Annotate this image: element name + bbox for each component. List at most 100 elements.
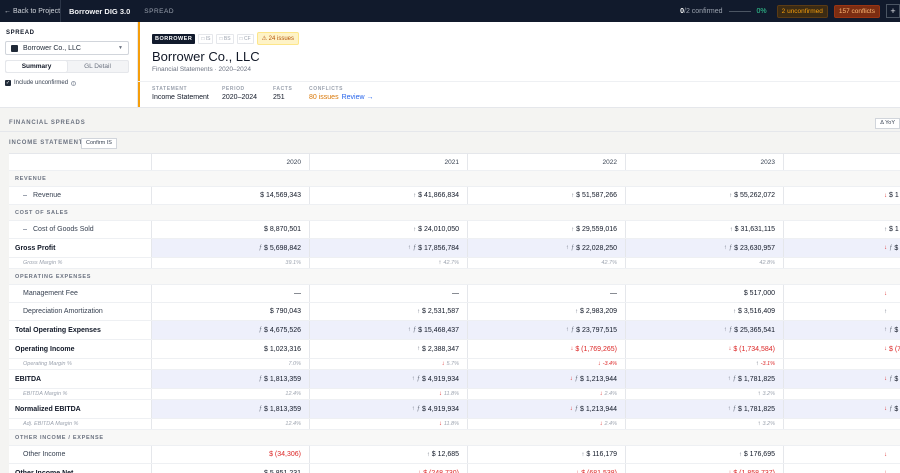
value-cell[interactable]: — [310, 285, 468, 302]
value-cell[interactable]: ↓ƒ$ 1 [784, 370, 900, 388]
table-row-operating-income[interactable]: Operating Income $ 1,023,316 ↑ $ 2,388,347 ↓… [9, 340, 900, 359]
value-cell[interactable]: $ 8,870,501 [152, 221, 310, 238]
value-cell[interactable]: ↓ $ (7 [784, 340, 900, 358]
table-row-management-fee[interactable]: Management Fee — — — $ 517,000 ↓ [9, 285, 900, 303]
value-cell[interactable]: ↑ ƒ $ 1,781,825 [626, 370, 784, 388]
value-cell[interactable]: ↓ 11.8% [310, 389, 468, 399]
value-cell[interactable]: ↑ 42.7% [310, 258, 468, 268]
value-cell[interactable]: 42.7% [468, 258, 626, 268]
value-cell[interactable]: ↑ $ 1 [784, 221, 900, 238]
value-cell[interactable]: ↓ $ (1,734,584) [626, 340, 784, 358]
value-cell[interactable]: ↓ [784, 464, 900, 473]
value-cell[interactable]: ↑ ƒ $ 15,468,437 [310, 321, 468, 339]
value-cell[interactable]: — [468, 285, 626, 302]
value-cell[interactable]: ↑ -3.1% [626, 359, 784, 369]
value-cell[interactable]: ƒ $ 4,675,526 [152, 321, 310, 339]
value-cell[interactable]: ↓ 5.7% [310, 359, 468, 369]
value-cell[interactable]: 12.4% [152, 419, 310, 429]
value-cell[interactable]: ↓ -3.4% [468, 359, 626, 369]
value-cell[interactable]: 12.4% [152, 389, 310, 399]
value-cell[interactable] [784, 419, 900, 429]
column-header-2020[interactable]: 2020 [152, 154, 310, 170]
value-cell[interactable]: $ 1,023,316 [152, 340, 310, 358]
table-row-gross-margin[interactable]: Gross Margin % 39.1% ↑ 42.7% 42.7% 42.8% [9, 258, 900, 269]
value-cell[interactable]: ↓ƒ$ 1 [784, 400, 900, 418]
value-cell[interactable]: $ 5,851,231 [152, 464, 310, 473]
value-cell[interactable]: 7.0% [152, 359, 310, 369]
value-cell[interactable]: 39.1% [152, 258, 310, 268]
value-cell[interactable]: ↑ 3.2% [626, 389, 784, 399]
table-row-total-operating-expenses[interactable]: Total Operating Expenses ƒ $ 4,675,526 ↑ ƒ $ … [9, 321, 900, 340]
value-cell[interactable] [784, 389, 900, 399]
value-cell[interactable]: ↑ $ 29,559,016 [468, 221, 626, 238]
column-header-2021[interactable]: 2021 [310, 154, 468, 170]
value-cell[interactable]: ↑ ƒ $ 23,797,515 [468, 321, 626, 339]
chip-is[interactable]: □ IS [198, 33, 214, 44]
value-cell[interactable]: ↑ $ 2,531,587 [310, 303, 468, 320]
value-cell[interactable]: ↑ ƒ $ 1,781,825 [626, 400, 784, 418]
table-row-adj-ebitda-margin[interactable]: Adj. EBITDA Margin % 12.4% ↓ 11.8% ↓ 2.4% ↑ 3.2… [9, 419, 900, 430]
value-cell[interactable]: ƒ $ 1,813,359 [152, 370, 310, 388]
value-cell[interactable]: ↑ ƒ $ 4,919,934 [310, 370, 468, 388]
value-cell[interactable]: ↑ $ 116,179 [468, 446, 626, 463]
value-cell[interactable]: ↓ 2.4% [468, 419, 626, 429]
column-header-2022[interactable]: 2022 [468, 154, 626, 170]
table-row-other-income[interactable]: Other Income $ (34,306) ↑ $ 12,685 ↑ $ 116,17… [9, 446, 900, 464]
value-cell[interactable]: ↓ [784, 446, 900, 463]
value-cell[interactable]: ↑ $ 2,983,209 [468, 303, 626, 320]
chip-cf[interactable]: □ CF [236, 33, 254, 44]
value-cell[interactable]: ↓ $ (681,538) [468, 464, 626, 473]
table-row-revenue[interactable]: Revenue $ 14,569,343 ↑ $ 41,866,834 ↑ $ 51,58… [9, 187, 900, 205]
value-cell[interactable]: ↑ $ 12,685 [310, 446, 468, 463]
checkbox-icon[interactable]: ✓ [5, 80, 11, 86]
review-link[interactable]: Review → [342, 94, 374, 101]
value-cell[interactable]: $ 517,000 [626, 285, 784, 302]
value-cell[interactable]: ↑ ƒ $ 22,028,250 [468, 239, 626, 257]
value-cell[interactable]: ↓ 11.8% [310, 419, 468, 429]
expand-dash-icon[interactable] [23, 229, 27, 230]
value-cell[interactable]: ↑ $ 2,388,347 [310, 340, 468, 358]
unconfirmed-badge[interactable]: 2 unconfirmed [776, 4, 828, 18]
table-row-gross-profit[interactable]: Gross Profit ƒ $ 5,698,842 ↑ ƒ $ 17,856,784 ↑ ƒ… [9, 239, 900, 258]
tab-gl-detail[interactable]: GL Detail [67, 61, 128, 72]
chip-bs[interactable]: □ BS [216, 33, 234, 44]
value-cell[interactable]: ↑ $ 31,631,115 [626, 221, 784, 238]
value-cell[interactable]: ↓ ƒ $ 1,213,944 [468, 400, 626, 418]
value-cell[interactable]: 42.8% [626, 258, 784, 268]
value-cell[interactable]: ƒ $ 5,698,842 [152, 239, 310, 257]
value-cell[interactable]: $ 790,043 [152, 303, 310, 320]
value-cell[interactable]: ↓ $ (1,769,265) [468, 340, 626, 358]
value-cell[interactable]: ↓ 2.4% [468, 389, 626, 399]
value-cell[interactable] [784, 258, 900, 268]
table-row-ebitda-margin[interactable]: EBITDA Margin % 12.4% ↓ 11.8% ↓ 2.4% ↑ 3.2% [9, 389, 900, 400]
value-cell[interactable]: ↓ $ 1 [784, 187, 900, 204]
tab-spread[interactable]: SPREAD [138, 8, 174, 15]
table-row-operating-margin[interactable]: Operating Margin % 7.0% ↓ 5.7% ↓ -3.4% ↑ -3.1% [9, 359, 900, 370]
value-cell[interactable]: ↓ [784, 285, 900, 302]
expand-dash-icon[interactable] [23, 195, 27, 196]
back-to-project-link[interactable]: ← Back to Project [0, 8, 60, 15]
yoy-toggle-button[interactable]: Δ YoY [875, 118, 900, 129]
value-cell[interactable]: ↑ $ 55,262,072 [626, 187, 784, 204]
value-cell[interactable]: ↓ ƒ $ 1,213,944 [468, 370, 626, 388]
value-cell[interactable]: ↑ $ 41,866,834 [310, 187, 468, 204]
include-unconfirmed-toggle[interactable]: ✓ Include unconfirmed i [5, 80, 77, 86]
value-cell[interactable]: ↑ ƒ $ 17,856,784 [310, 239, 468, 257]
value-cell[interactable]: ↓ƒ$ 1 [784, 239, 900, 257]
value-cell[interactable]: ƒ $ 1,813,359 [152, 400, 310, 418]
value-cell[interactable] [784, 359, 900, 369]
tab-summary[interactable]: Summary [6, 61, 67, 72]
confirm-is-button[interactable]: Confirm IS [81, 138, 117, 149]
conflicts-badge[interactable]: 157 conflicts [833, 4, 880, 18]
column-header-2023[interactable]: 2023 [626, 154, 784, 170]
value-cell[interactable]: ↓ $ (248,730) [310, 464, 468, 473]
table-row-cost-of-goods-sold[interactable]: Cost of Goods Sold $ 8,870,501 ↑ $ 24,010,0… [9, 221, 900, 239]
table-row-ebitda[interactable]: EBITDA ƒ $ 1,813,359 ↑ ƒ $ 4,919,934 ↓ ƒ $ 1,213… [9, 370, 900, 389]
table-row-other-income-net[interactable]: Other Income Net $ 5,851,231 ↓ $ (248,730) ↓… [9, 464, 900, 473]
value-cell[interactable]: ↑ƒ$ 2 [784, 321, 900, 339]
value-cell[interactable]: ↑ $ 3,516,409 [626, 303, 784, 320]
value-cell[interactable]: ↑ [784, 303, 900, 320]
table-row-normalized-ebitda[interactable]: Normalized EBITDA ƒ $ 1,813,359 ↑ ƒ $ 4,919,9… [9, 400, 900, 419]
info-icon[interactable]: i [71, 80, 77, 86]
value-cell[interactable]: $ (34,306) [152, 446, 310, 463]
